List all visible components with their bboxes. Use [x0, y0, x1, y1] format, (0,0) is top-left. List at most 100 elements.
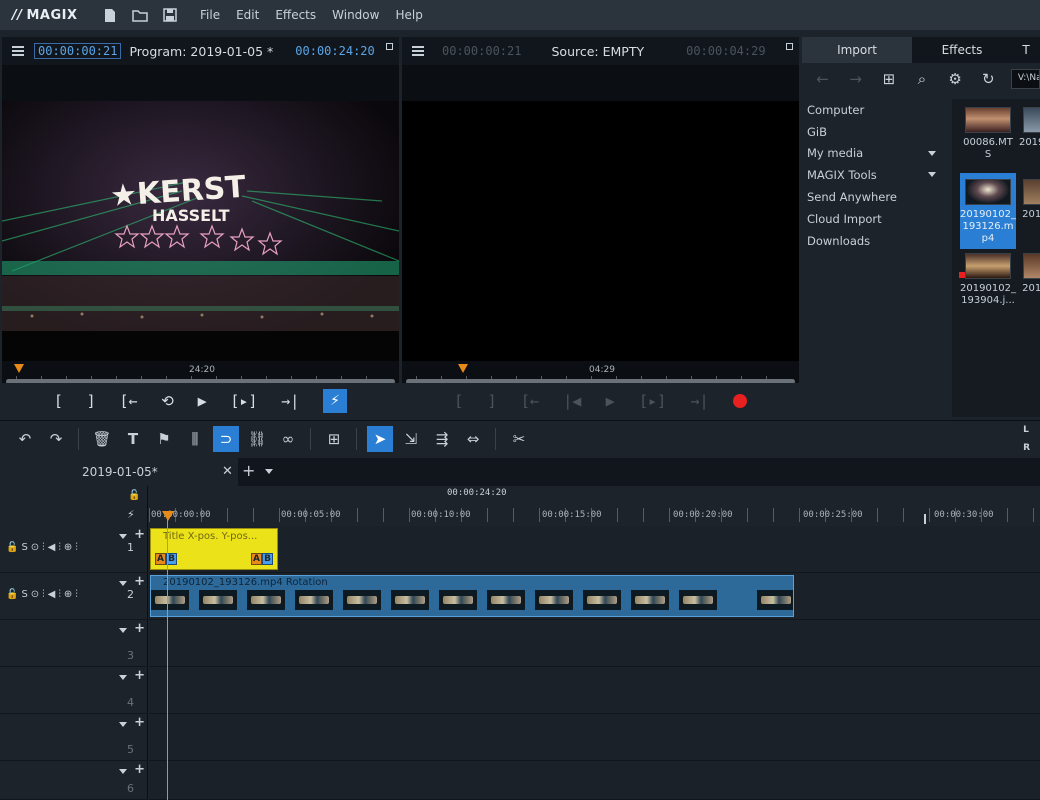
title-clip[interactable]: Title X-pos. Y-pos... A B A B	[150, 528, 278, 570]
unlink-icon[interactable]: ∞	[275, 426, 301, 452]
media-thumbnail[interactable]: 2019 193	[1018, 173, 1040, 221]
folder-tree-icon[interactable]: ⊞	[878, 70, 899, 88]
go-to-end-button[interactable]: →|	[281, 392, 299, 410]
add-track-icon[interactable]: +	[134, 715, 145, 730]
go-to-start-button[interactable]: |◀	[563, 392, 581, 410]
chevron-down-icon[interactable]	[928, 150, 936, 156]
add-track-icon[interactable]: +	[134, 621, 145, 636]
marker-flag-icon[interactable]: ⚑	[151, 426, 177, 452]
add-track-icon[interactable]: +	[134, 668, 145, 683]
add-project-icon[interactable]: +	[242, 461, 255, 480]
go-to-in-button[interactable]: [←	[521, 392, 539, 410]
chevron-down-icon[interactable]	[119, 581, 127, 586]
add-track-icon[interactable]: +	[134, 762, 145, 777]
play-range-button[interactable]: [▸]	[230, 392, 257, 410]
maximize-icon[interactable]	[386, 43, 393, 50]
track-lane[interactable]	[149, 714, 1040, 761]
chevron-down-icon[interactable]	[119, 769, 127, 774]
track-controls[interactable]: 🔓S⊙⫶◀⫶⊕⫶	[6, 542, 81, 553]
magnet-icon[interactable]: ⊃	[213, 425, 239, 452]
lightning-sync-icon[interactable]: ⚡	[127, 508, 135, 521]
tab-import[interactable]: Import	[802, 37, 912, 63]
forward-arrow-icon[interactable]: →	[845, 70, 866, 88]
scissors-icon[interactable]: ✂	[506, 426, 532, 452]
menu-window[interactable]: Window	[332, 8, 379, 22]
menu-help[interactable]: Help	[395, 8, 422, 22]
source-position-marker[interactable]	[458, 364, 468, 373]
chevron-down-icon[interactable]	[119, 675, 127, 680]
stretch-icon[interactable]: ⇔	[460, 426, 486, 452]
link-icon[interactable]: ⛓	[244, 426, 270, 452]
record-button[interactable]	[732, 394, 747, 408]
close-icon[interactable]: ✕	[222, 464, 233, 479]
delete-icon[interactable]: 🗑	[89, 426, 115, 452]
ab-transition-out[interactable]: A B	[251, 553, 273, 565]
source-menu-icon[interactable]	[412, 46, 424, 56]
lightning-icon[interactable]: ⚡	[323, 389, 348, 413]
chevron-down-icon[interactable]	[119, 628, 127, 633]
gear-icon[interactable]: ⚙	[945, 70, 966, 88]
split-icon[interactable]: ⫼	[182, 426, 208, 452]
track-lane[interactable]	[149, 667, 1040, 714]
open-folder-icon[interactable]	[132, 7, 148, 23]
chevron-down-icon[interactable]	[119, 722, 127, 727]
media-thumbnail[interactable]: 00086.MTS	[960, 101, 1016, 161]
nav-computer[interactable]: Computer	[802, 99, 950, 121]
back-arrow-icon[interactable]: ←	[812, 70, 833, 88]
play-button[interactable]: ▶	[606, 392, 615, 410]
chevron-down-icon[interactable]	[119, 534, 127, 539]
track-lane[interactable]	[149, 526, 1040, 573]
lock-all-icon[interactable]: 🔓	[128, 490, 140, 501]
program-menu-icon[interactable]	[12, 46, 24, 56]
new-file-icon[interactable]	[102, 7, 118, 23]
pointer-tool-icon[interactable]: ➤	[367, 425, 393, 452]
tab-templates[interactable]: T	[1012, 37, 1040, 63]
mark-in-button[interactable]: [	[54, 392, 63, 410]
nav-gib[interactable]: GiB	[802, 121, 950, 143]
text-icon[interactable]: T	[120, 426, 146, 452]
nav-cloud-import[interactable]: Cloud Import	[802, 208, 950, 230]
play-range-button[interactable]: [▸]	[639, 392, 666, 410]
track-lane[interactable]	[149, 761, 1040, 800]
media-thumbnail[interactable]: 2019 193	[1018, 247, 1040, 295]
project-tab[interactable]: 2019-01-05*	[0, 458, 238, 486]
mark-in-button[interactable]: [	[454, 392, 463, 410]
playhead[interactable]	[167, 512, 168, 800]
path-input[interactable]: V:\Nat	[1010, 69, 1040, 89]
menu-edit[interactable]: Edit	[236, 8, 259, 22]
chevron-down-icon[interactable]	[265, 469, 273, 474]
multi-select-icon[interactable]: ⇶	[429, 426, 455, 452]
tab-effects[interactable]: Effects	[912, 37, 1012, 63]
media-thumbnail[interactable]: 2019 1858	[1018, 101, 1040, 149]
track-lane[interactable]	[149, 620, 1040, 667]
go-to-in-button[interactable]: [←	[119, 392, 137, 410]
loop-button[interactable]: ⟲	[161, 392, 174, 410]
range-select-icon[interactable]: ⇲	[398, 426, 424, 452]
chevron-down-icon[interactable]	[928, 172, 936, 178]
video-clip[interactable]: 20190102_193126.mp4 Rotation	[150, 575, 794, 617]
add-track-icon[interactable]: +	[134, 574, 145, 589]
search-icon[interactable]: ⌕	[911, 70, 932, 88]
nav-my-media[interactable]: My media	[802, 143, 950, 165]
nav-downloads[interactable]: Downloads	[802, 230, 950, 252]
mark-out-button[interactable]: ]	[87, 392, 96, 410]
nav-magix-tools[interactable]: MAGIX Tools	[802, 164, 950, 186]
nav-send-anywhere[interactable]: Send Anywhere	[802, 186, 950, 208]
add-track-icon[interactable]: +	[134, 527, 145, 542]
menu-effects[interactable]: Effects	[275, 8, 316, 22]
undo-icon[interactable]: ↶	[12, 426, 38, 452]
play-button[interactable]: ▶	[198, 392, 207, 410]
media-thumbnail[interactable]: 20190102_193904.j...	[960, 247, 1016, 307]
playhead-handle[interactable]	[162, 511, 174, 521]
timeline-ruler[interactable]: 00:00:24:20 00:00:00:00 00:00:05:00 00:0…	[149, 486, 1040, 526]
program-timecode[interactable]: 00:00:00:21	[34, 43, 122, 59]
menu-file[interactable]: File	[200, 8, 220, 22]
refresh-icon[interactable]: ↻	[978, 70, 999, 88]
save-icon[interactable]	[162, 7, 178, 23]
redo-icon[interactable]: ↷	[43, 426, 69, 452]
track-controls[interactable]: 🔓S⊙⫶◀⫶⊕⫶	[6, 589, 81, 600]
program-position-marker[interactable]	[14, 364, 24, 373]
insert-icon[interactable]: ⊞	[321, 426, 347, 452]
mark-out-button[interactable]: ]	[488, 392, 497, 410]
go-to-end-button[interactable]: →|	[690, 392, 708, 410]
